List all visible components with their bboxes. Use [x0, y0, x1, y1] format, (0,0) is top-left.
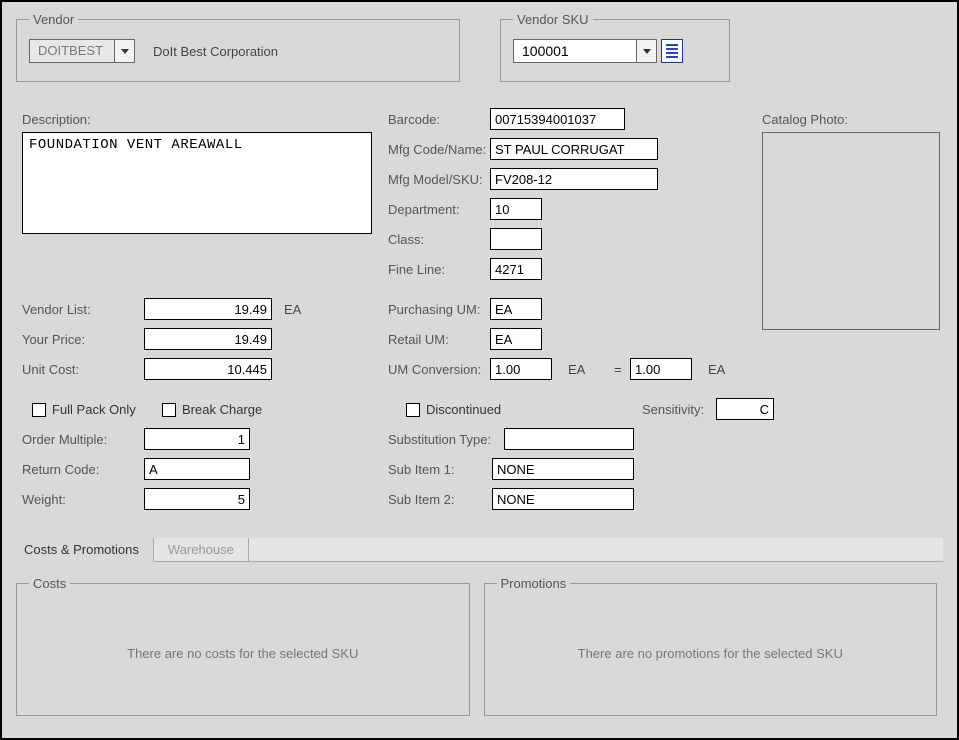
your-price-input[interactable] — [144, 328, 272, 350]
sub-item2-input[interactable] — [492, 488, 634, 510]
return-code-label: Return Code: — [22, 462, 99, 477]
discontinued-label: Discontinued — [426, 402, 501, 417]
retail-um-input[interactable] — [490, 328, 542, 350]
weight-input[interactable] — [144, 488, 250, 510]
vendor-group: Vendor DOITBEST DoIt Best Corporation — [16, 12, 460, 82]
um-conversion-label: UM Conversion: — [388, 362, 481, 377]
fine-line-label: Fine Line: — [388, 262, 445, 277]
um-conv-b-input[interactable] — [630, 358, 692, 380]
sku-list-button[interactable] — [661, 39, 683, 63]
purchasing-um-label: Purchasing UM: — [388, 302, 480, 317]
sub-item2-label: Sub Item 2: — [388, 492, 454, 507]
vendor-legend: Vendor — [29, 12, 78, 27]
substitution-type-label: Substitution Type: — [388, 432, 491, 447]
class-label: Class: — [388, 232, 424, 247]
department-label: Department: — [388, 202, 460, 217]
vendor-sku-dropdown-button[interactable] — [636, 40, 656, 62]
order-multiple-input[interactable] — [144, 428, 250, 450]
vendor-sku-group: Vendor SKU 100001 — [500, 12, 730, 82]
list-icon — [666, 44, 678, 58]
tab-costs-promotions[interactable]: Costs & Promotions — [10, 538, 154, 562]
catalog-photo-box — [762, 132, 940, 330]
description-label: Description: — [22, 112, 91, 127]
no-promotions-text: There are no promotions for the selected… — [578, 646, 843, 661]
vendor-list-label: Vendor List: — [22, 302, 91, 317]
tab-warehouse-label: Warehouse — [168, 542, 234, 557]
um-conv-a-input[interactable] — [490, 358, 552, 380]
mfg-code-input[interactable] — [490, 138, 658, 160]
sub-item1-input[interactable] — [492, 458, 634, 480]
chevron-down-icon — [121, 49, 129, 54]
vendor-combo-text: DOITBEST — [30, 40, 114, 62]
retail-um-label: Retail UM: — [388, 332, 449, 347]
vendor-name-label: DoIt Best Corporation — [153, 44, 278, 59]
your-price-label: Your Price: — [22, 332, 85, 347]
unit-cost-label: Unit Cost: — [22, 362, 79, 377]
weight-label: Weight: — [22, 492, 66, 507]
tab-warehouse[interactable]: Warehouse — [154, 538, 249, 561]
full-pack-label: Full Pack Only — [52, 402, 136, 417]
break-charge-label: Break Charge — [182, 402, 262, 417]
promotions-group: Promotions There are no promotions for t… — [484, 576, 938, 716]
vendor-sku-combo[interactable]: 100001 — [513, 39, 657, 63]
costs-group: Costs There are no costs for the selecte… — [16, 576, 470, 716]
bottom-tabs: Costs & Promotions Warehouse Costs There… — [10, 538, 943, 716]
class-input[interactable] — [490, 228, 542, 250]
mfg-model-label: Mfg Model/SKU: — [388, 172, 483, 187]
barcode-label: Barcode: — [388, 112, 440, 127]
equals-label: = — [614, 362, 622, 377]
promotions-legend: Promotions — [497, 576, 571, 591]
um-conv-a-unit: EA — [568, 362, 585, 377]
vendor-list-unit: EA — [284, 302, 301, 317]
discontinued-checkbox[interactable] — [406, 403, 420, 417]
mfg-model-input[interactable] — [490, 168, 658, 190]
um-conv-b-unit: EA — [708, 362, 725, 377]
vendor-sku-legend: Vendor SKU — [513, 12, 593, 27]
tab-costs-promotions-label: Costs & Promotions — [24, 542, 139, 557]
catalog-photo-label: Catalog Photo: — [762, 112, 848, 127]
fine-line-input[interactable] — [490, 258, 542, 280]
vendor-sku-detail-panel: Vendor DOITBEST DoIt Best Corporation Ve… — [0, 0, 959, 740]
substitution-type-input[interactable] — [504, 428, 634, 450]
chevron-down-icon — [643, 49, 651, 54]
costs-legend: Costs — [29, 576, 70, 591]
sensitivity-label: Sensitivity: — [642, 402, 704, 417]
purchasing-um-input[interactable] — [490, 298, 542, 320]
return-code-input[interactable] — [144, 458, 250, 480]
unit-cost-input[interactable] — [144, 358, 272, 380]
sensitivity-input[interactable] — [716, 398, 774, 420]
mfg-code-label: Mfg Code/Name: — [388, 142, 486, 157]
barcode-input[interactable] — [490, 108, 625, 130]
vendor-sku-combo-text: 100001 — [514, 40, 636, 62]
full-pack-checkbox[interactable] — [32, 403, 46, 417]
description-textarea[interactable] — [22, 132, 372, 234]
break-charge-checkbox[interactable] — [162, 403, 176, 417]
vendor-combo-dropdown-button[interactable] — [114, 40, 134, 62]
order-multiple-label: Order Multiple: — [22, 432, 107, 447]
vendor-combo[interactable]: DOITBEST — [29, 39, 135, 63]
vendor-list-input[interactable] — [144, 298, 272, 320]
sub-item1-label: Sub Item 1: — [388, 462, 454, 477]
department-input[interactable] — [490, 198, 542, 220]
no-costs-text: There are no costs for the selected SKU — [127, 646, 358, 661]
